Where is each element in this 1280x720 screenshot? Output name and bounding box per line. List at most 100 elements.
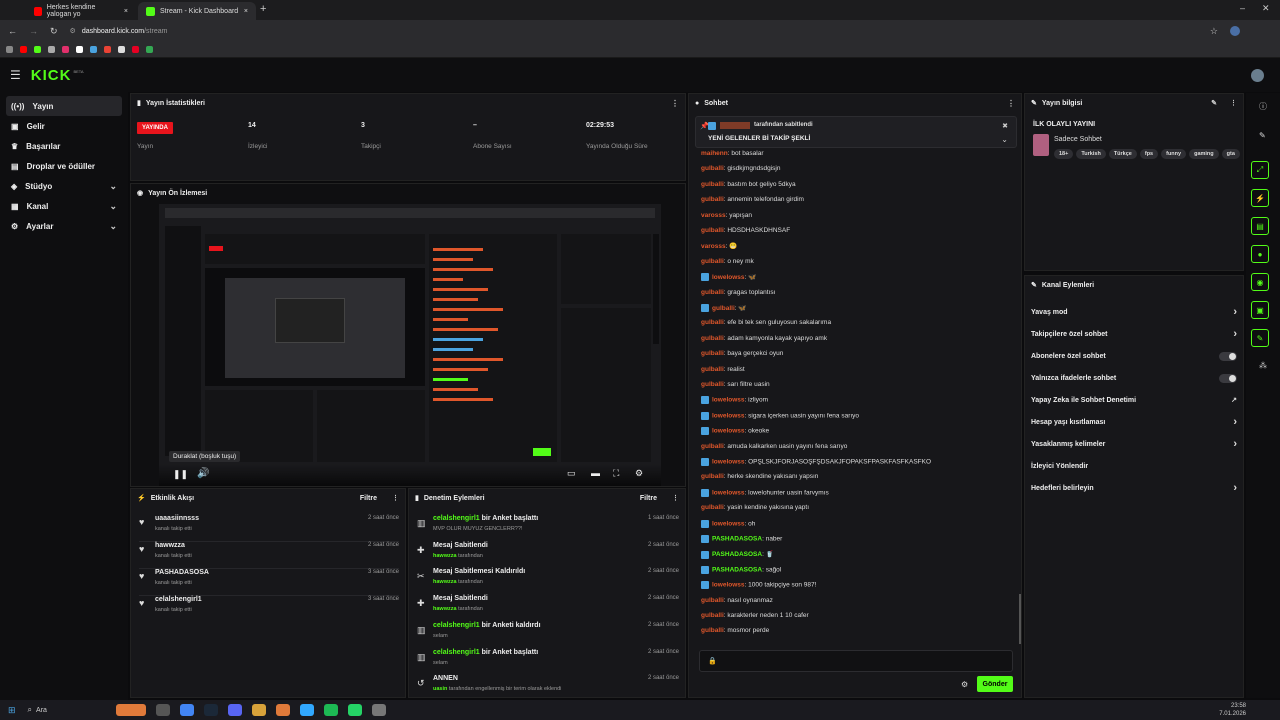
rail-button-wrench[interactable]: ✎ (1251, 329, 1269, 347)
event-item[interactable]: ♥ hawwzza kanalı takip etti 2 saat önce (139, 542, 399, 569)
more-options-icon[interactable]: ⋮ (1007, 99, 1015, 108)
chat-message[interactable]: varosss: 😬 (701, 242, 737, 250)
chat-message[interactable]: gulballi: herke skendine yakısanı yapsın (701, 473, 818, 480)
chat-message[interactable]: lowelowss: okeoke (701, 427, 769, 436)
chat-username[interactable]: gulballi (701, 258, 724, 265)
bookmark-star-icon[interactable]: ☆ (1210, 26, 1218, 37)
sidebar-item-gelir[interactable]: ▣ Gelir (6, 116, 122, 136)
chat-username[interactable]: gulballi (701, 597, 724, 604)
chat-input[interactable]: 🔒 (699, 650, 1013, 672)
info-icon[interactable]: ⓘ (1259, 101, 1267, 112)
pip-icon[interactable]: ▭ (567, 468, 576, 479)
toggle-switch[interactable] (1219, 351, 1237, 361)
tag-pill[interactable]: 18+ (1054, 149, 1074, 159)
search-icon[interactable]: ⌕ (28, 705, 32, 715)
url-field[interactable]: dashboard.kick.com/stream (82, 28, 168, 35)
pencil-icon[interactable]: ✎ (1211, 99, 1217, 107)
chat-message[interactable]: lowelowss: lowelohunter uasin farvymıs (701, 488, 829, 497)
chat-message[interactable]: varosss: yapışan (701, 212, 752, 219)
forward-icon[interactable]: → (29, 26, 38, 36)
more-options-icon[interactable]: ⋮ (672, 494, 679, 502)
tag-pill[interactable]: fps (1139, 149, 1159, 159)
chat-username[interactable]: lowelowss (712, 428, 745, 435)
channel-action-item[interactable]: Hesap yaşı kısıtlaması › (1031, 415, 1237, 429)
moderation-actor[interactable]: hawwzza (433, 579, 457, 585)
more-options-icon[interactable]: ⋮ (671, 99, 679, 108)
chevron-down-icon[interactable]: ⌄ (1001, 135, 1008, 144)
chat-message[interactable]: gulballi: gragas toplantısı (701, 289, 775, 296)
kick-bookmark-icon[interactable] (34, 46, 41, 53)
chat-username[interactable]: lowelowss (712, 520, 745, 527)
apps-icon[interactable] (6, 46, 13, 53)
chat-username[interactable]: gulballi (701, 196, 724, 203)
chat-username[interactable]: gulballi (712, 305, 735, 312)
unpin-icon[interactable]: ✖ (1002, 122, 1008, 130)
channel-action-item[interactable]: Yapay Zeka ile Sohbet Denetimi ↗ (1031, 393, 1237, 407)
folder-icon[interactable] (252, 704, 267, 716)
photoshop-icon[interactable] (300, 704, 315, 716)
channel-action-item[interactable]: Yasaklanmış kelimeler › (1031, 437, 1237, 451)
chat-message[interactable]: lowelowss: 🦋 (701, 273, 756, 282)
channel-action-item[interactable]: İzleyici Yönlendir (1031, 459, 1237, 473)
chat-username[interactable]: gulballi (701, 335, 724, 342)
chrome-icon[interactable] (180, 704, 195, 716)
user-avatar[interactable] (1251, 68, 1264, 82)
channel-action-item[interactable]: Yalnızca ifadelerle sohbet (1031, 371, 1237, 385)
chat-username[interactable]: lowelowss (712, 490, 745, 497)
obs-icon[interactable] (372, 704, 387, 716)
bookmark-icon[interactable] (90, 46, 97, 53)
chat-username[interactable]: lowelowss (712, 413, 745, 420)
channel-action-item[interactable]: Abonelere özel sohbet (1031, 349, 1237, 363)
event-username[interactable]: PASHADASOSA (155, 569, 209, 576)
gmail-icon[interactable] (104, 46, 111, 53)
tiktok-icon[interactable] (76, 46, 83, 53)
moderation-user[interactable]: celalshengirl1 (433, 515, 480, 522)
app-icon[interactable] (276, 704, 291, 716)
close-icon[interactable]: × (124, 8, 128, 15)
chat-message[interactable]: gulballi: bastım bot geliyo 5dkya (701, 181, 796, 188)
tag-pill[interactable]: funny (1161, 149, 1187, 159)
chat-message[interactable]: gulballi: o ney mk (701, 258, 754, 265)
chat-scrollbar[interactable] (1019, 594, 1021, 644)
task-view-icon[interactable] (156, 704, 171, 716)
chat-message[interactable]: gulballi: karakterler neden 1 10 cafer (701, 612, 809, 619)
moderation-user[interactable]: celalshengirl1 (433, 622, 480, 629)
spotify-icon[interactable] (324, 704, 339, 716)
more-options-icon[interactable]: ⋮ (392, 494, 399, 502)
reload-icon[interactable]: ↻ (50, 26, 58, 37)
more-options-icon[interactable]: ⋮ (1230, 99, 1237, 107)
sidebar-item-yayin[interactable]: ((•)) Yayın (6, 96, 122, 116)
chat-message[interactable]: PASHADASOSA: sağol (701, 565, 781, 574)
browser-tab-1[interactable]: Herkes kendine yalogan yo × (26, 2, 136, 20)
pencil-icon[interactable]: ✎ (1259, 131, 1266, 140)
chat-username[interactable]: gulballi (701, 165, 724, 172)
chat-message[interactable]: gulballi: 🦋 (701, 304, 746, 313)
bookmark-icon[interactable] (48, 46, 55, 53)
chat-username[interactable]: gulballi (701, 181, 724, 188)
chat-username[interactable]: gulballi (701, 227, 724, 234)
rail-button-expand[interactable]: ⤢ (1251, 161, 1269, 179)
chat-username[interactable]: gulballi (701, 350, 724, 357)
drive-icon[interactable] (146, 46, 153, 53)
chat-message[interactable]: gulballi: baya gerçekci oyun (701, 350, 783, 357)
moderation-actor[interactable]: hawwzza (433, 606, 457, 612)
chat-message[interactable]: gulballi: yasin kendine yakısına yaptı (701, 504, 809, 511)
chat-message[interactable]: PASHADASOSA: naber (701, 535, 782, 543)
back-icon[interactable]: ← (8, 26, 17, 36)
channel-action-item[interactable]: Yavaş mod › (1031, 305, 1237, 319)
menu-icon[interactable]: ☰ (10, 68, 21, 82)
chat-message[interactable]: lowelowss: oh (701, 519, 755, 528)
share-icon[interactable]: ⁂ (1259, 361, 1267, 370)
moderation-actor[interactable]: hawwzza (433, 553, 457, 559)
chat-username[interactable]: lowelowss (712, 459, 745, 466)
chat-username[interactable]: maihenn (701, 150, 728, 157)
chat-username[interactable]: gulballi (701, 289, 724, 296)
chat-message[interactable]: lowelowss: 1000 takipçiye son 987! (701, 581, 816, 590)
chat-username[interactable]: PASHADASOSA (712, 551, 762, 558)
chat-username[interactable]: lowelowss (712, 397, 745, 404)
sidebar-item-basarilar[interactable]: ♛ Başarılar (6, 136, 122, 156)
windows-start-icon[interactable]: ⊞ (8, 705, 16, 716)
chat-message[interactable]: PASHADASOSA: 🥤 (701, 550, 774, 559)
discord-icon[interactable] (228, 704, 243, 716)
chat-message[interactable]: gulballi: annemin telefondan girdim (701, 196, 804, 203)
